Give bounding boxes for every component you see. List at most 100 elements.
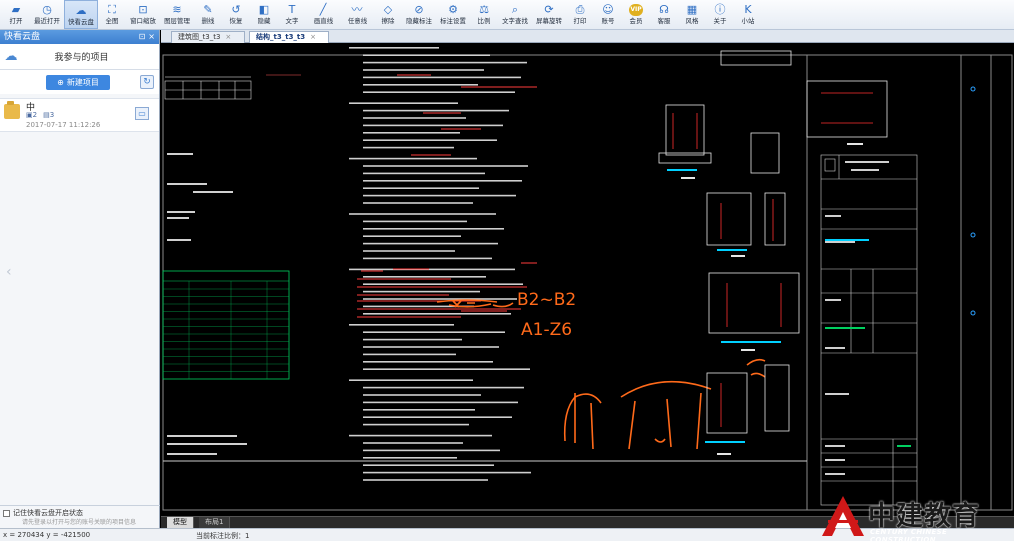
toolbar-button-vip-badge[interactable]: VIP 会员 — [622, 0, 650, 29]
my-projects-title: 我参与的项目 — [54, 53, 109, 63]
refresh-icon: ↻ — [143, 77, 151, 87]
toolbar-label: 客服 — [657, 17, 671, 25]
toolbar-button-scale[interactable]: ⚖ 比例 — [470, 0, 498, 29]
tab-architecture[interactable]: 建筑图_t3_t3 × — [171, 31, 245, 43]
cloud-icon: ☁ — [75, 4, 87, 17]
title-block-text — [825, 161, 889, 475]
toolbar-button-layers[interactable]: ≋ 图层管理 — [160, 0, 194, 29]
title-block-green — [825, 327, 911, 447]
toolbar-button-print[interactable]: ⎙ 打印 — [566, 0, 594, 29]
vip-badge-text: VIP — [629, 3, 643, 16]
text-icon: T — [288, 3, 296, 16]
markup-label-a1: A1-Z6 — [521, 320, 572, 340]
toolbar-button-screen-rotate[interactable]: ⟳ 屏幕旋转 — [532, 0, 566, 29]
close-tab-icon[interactable]: × — [225, 32, 231, 43]
logo-mark-icon — [822, 496, 864, 536]
files-count: ▤3 — [43, 111, 55, 119]
annotation-settings-icon: ⚙ — [448, 3, 458, 16]
cloud-panel: 快看云盘 ⊡ × ☁ 我参与的项目 ⊕ 新建项目 ↻ 中 ▣2 ▤3 2017-0… — [0, 30, 160, 541]
toolbar-label: 图层管理 — [164, 17, 190, 25]
detail-rebar — [672, 92, 873, 427]
upper-left-table — [164, 74, 301, 100]
toolbar-label: 隐藏标注 — [406, 17, 432, 25]
tab-model[interactable]: 模型 — [167, 517, 194, 528]
headset-icon: ☊ — [659, 3, 669, 16]
general-notes-text — [349, 47, 531, 481]
document-tab-bar: 建筑图_t3_t3 × 结构_t3_t3_t3 × — [161, 30, 1014, 43]
hide-icon: ◧ — [258, 3, 270, 16]
theme-icon: ▦ — [686, 3, 698, 16]
fit-all-icon: ⛶ — [108, 3, 116, 16]
drawing-svg: B2~B2 A1-Z6 — [162, 47, 1013, 511]
login-hint: 请先登录以打开与您的账号关联的项目信息 — [22, 519, 137, 526]
project-list-item[interactable]: 中 ▣2 ▤3 2017-07-17 11:12:26 ▭ — [0, 98, 159, 132]
toolbar-button-text-search[interactable]: ⌕ 文字查找 — [498, 0, 532, 29]
toolbar-button-annotation-settings[interactable]: ⚙ 标注设置 — [436, 0, 470, 29]
toolbar-button-eraser[interactable]: ◇ 擦除 — [374, 0, 402, 29]
toolbar-label: 任意线 — [347, 17, 367, 25]
cursor-coordinates: x = 270434 y = -421500 — [3, 531, 91, 539]
toolbar-label: 恢复 — [229, 17, 243, 25]
toolbar-button-hide[interactable]: ◧ 隐藏 — [250, 0, 278, 29]
toolbar-label: 屏幕旋转 — [536, 17, 562, 25]
toolbar-button-window-zoom[interactable]: ⊡ 窗口缩放 — [126, 0, 160, 29]
open-project-button[interactable]: ▭ — [135, 107, 149, 120]
toolbar-label: 隐藏 — [257, 17, 271, 25]
toolbar-label: 会员 — [629, 17, 643, 25]
toolbar-button-draw-line[interactable]: ╱ 画直线 — [306, 0, 340, 29]
right-edge-marks — [970, 86, 976, 316]
toolbar-button-delete-line[interactable]: ✎ 删线 — [194, 0, 222, 29]
toolbar-label: 打开 — [9, 17, 23, 25]
project-actions: ⊕ 新建项目 ↻ — [0, 70, 159, 94]
tab-structure[interactable]: 结构_t3_t3_t3 × — [249, 31, 329, 43]
project-title-row: ☁ 我参与的项目 — [0, 44, 159, 70]
pin-icon[interactable]: ⊡ — [139, 30, 146, 44]
toolbar-label: 文字查找 — [502, 17, 528, 25]
toolbar-button-recent-clock[interactable]: ◷ 最近打开 — [30, 0, 64, 29]
toolbar-button-hide-annotation[interactable]: ⊘ 隐藏标注 — [402, 0, 436, 29]
project-date: 2017-07-17 11:12:26 — [26, 121, 101, 129]
open-folder-icon: ▰ — [11, 3, 21, 16]
toolbar-button-theme[interactable]: ▦ 风格 — [678, 0, 706, 29]
k-logo-icon: K — [744, 3, 752, 16]
text-search-icon: ⌕ — [511, 3, 519, 16]
cad-drawing-canvas[interactable]: B2~B2 A1-Z6 — [161, 43, 1014, 516]
markup-label-b2: B2~B2 — [517, 290, 576, 310]
toolbar-label: 标注设置 — [440, 17, 466, 25]
main-toolbar: ▰ 打开 ◷ 最近打开 ☁ 快看云盘 ⛶ 全图 ⊡ 窗口缩放 ≋ 图层管理 ✎ 删线 ↺ 恢复 ◧ 隐藏 T 文字 ╱ 画… — [0, 0, 1014, 30]
annotation-scale: 当前标注比例：1 — [196, 532, 250, 540]
toolbar-button-text[interactable]: T 文字 — [278, 0, 306, 29]
toolbar-button-open-folder[interactable]: ▰ 打开 — [2, 0, 30, 29]
toolbar-button-k-logo[interactable]: K 小站 — [734, 0, 762, 29]
toolbar-button-restore[interactable]: ↺ 恢复 — [222, 0, 250, 29]
refresh-button[interactable]: ↻ — [140, 75, 154, 89]
toolbar-label: 快看云盘 — [68, 18, 94, 26]
chevron-left-icon[interactable]: ‹ — [6, 264, 12, 280]
cyan-labels — [667, 169, 869, 443]
tab-layout1[interactable]: 布局1 — [199, 517, 231, 528]
cloud-panel-header: 快看云盘 ⊡ × — [0, 30, 159, 44]
toolbar-button-headset[interactable]: ☊ 客服 — [650, 0, 678, 29]
rebar-table — [162, 270, 290, 380]
logo-english: CENTURY CHINESE CONSTRUCTION — [870, 528, 948, 541]
cloud-icon: ☁ — [4, 49, 18, 64]
folder-open-icon: ▭ — [138, 109, 146, 118]
vip-badge-icon: VIP — [629, 3, 643, 16]
new-project-button[interactable]: ⊕ 新建项目 — [46, 74, 110, 90]
hide-annotation-icon: ⊘ — [414, 3, 424, 16]
toolbar-label: 关于 — [713, 17, 727, 25]
close-icon[interactable]: × — [148, 30, 155, 44]
checkbox-icon — [3, 509, 10, 517]
toolbar-button-freehand[interactable]: 〰任意线 — [340, 0, 374, 29]
cloud-panel-title: 快看云盘 — [4, 32, 41, 42]
toolbar-button-cloud[interactable]: ☁ 快看云盘 — [64, 0, 98, 29]
toolbar-button-info[interactable]: ⓘ 关于 — [706, 0, 734, 29]
watermark-logo: 中建教育 CENTURY CHINESE CONSTRUCTION — [818, 490, 1014, 541]
toolbar-button-fit-all[interactable]: ⛶ 全图 — [98, 0, 126, 29]
toolbar-button-account[interactable]: ☺ 账号 — [594, 0, 622, 29]
markup-text: B2~B2 A1-Z6 — [517, 290, 576, 340]
layers-icon: ≋ — [172, 3, 182, 16]
close-tab-icon[interactable]: × — [310, 32, 316, 43]
window-zoom-icon: ⊡ — [138, 3, 148, 16]
orange-handwriting — [436, 299, 766, 450]
